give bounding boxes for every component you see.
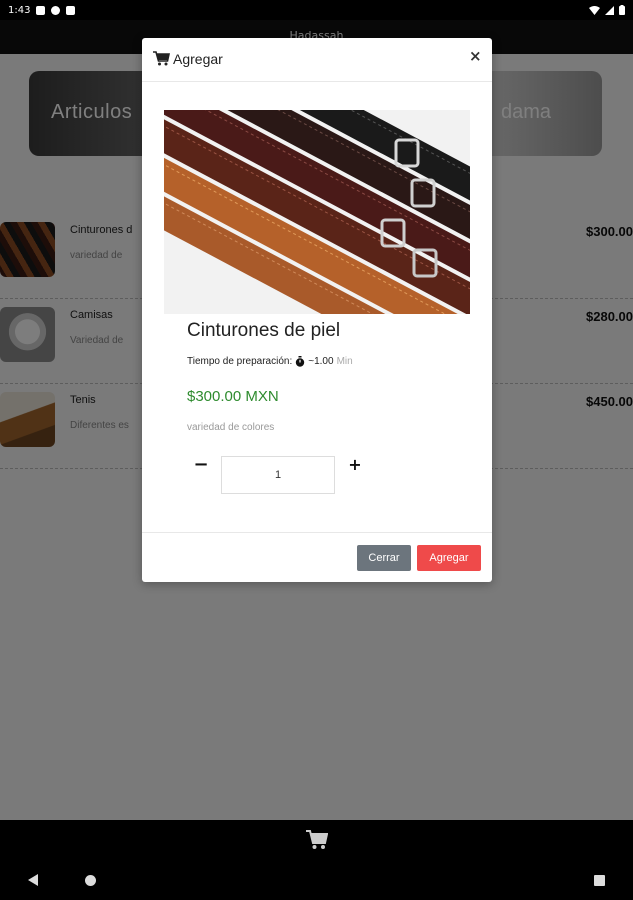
prep-label: Tiempo de preparación: (187, 356, 293, 367)
wifi-icon (589, 5, 600, 15)
add-to-cart-button[interactable]: Agregar (417, 545, 481, 571)
recents-icon[interactable] (594, 875, 605, 886)
modal-divider (142, 532, 492, 533)
modal-header: Agregar × (142, 38, 492, 82)
prep-unit: Min (336, 356, 353, 367)
bottom-bar (0, 820, 633, 860)
belts-photo (164, 110, 470, 314)
shopping-cart-icon[interactable] (305, 830, 328, 850)
back-icon[interactable] (28, 874, 38, 886)
notification-icon (66, 5, 76, 15)
stopwatch-icon (296, 356, 305, 367)
system-nav-bar (0, 860, 633, 900)
battery-icon (619, 5, 625, 15)
modal-title: Agregar (173, 51, 223, 67)
prep-value: ~1.00 (308, 356, 334, 367)
add-to-cart-dialog: Agregar × Cinturones de piel Tiempo de p… (142, 38, 492, 582)
notification-icon (36, 5, 46, 15)
close-button[interactable]: Cerrar (357, 545, 411, 571)
quantity-decrement-button[interactable]: − (192, 454, 210, 478)
product-price: $300.00 MXN (187, 388, 279, 405)
close-icon[interactable]: × (469, 49, 482, 64)
notification-icon (51, 5, 61, 15)
quantity-input[interactable] (221, 456, 335, 494)
product-description: variedad de colores (187, 422, 275, 433)
shopping-cart-icon (153, 51, 170, 66)
status-bar: 1:43 (0, 0, 633, 20)
status-time: 1:43 (8, 4, 31, 16)
preparation-time: Tiempo de preparación: ~1.00 Min (187, 356, 353, 367)
signal-icon (605, 5, 614, 15)
home-icon[interactable] (85, 875, 96, 886)
quantity-increment-button[interactable]: + (346, 454, 364, 478)
product-image (164, 110, 470, 314)
product-name: Cinturones de piel (187, 320, 341, 341)
